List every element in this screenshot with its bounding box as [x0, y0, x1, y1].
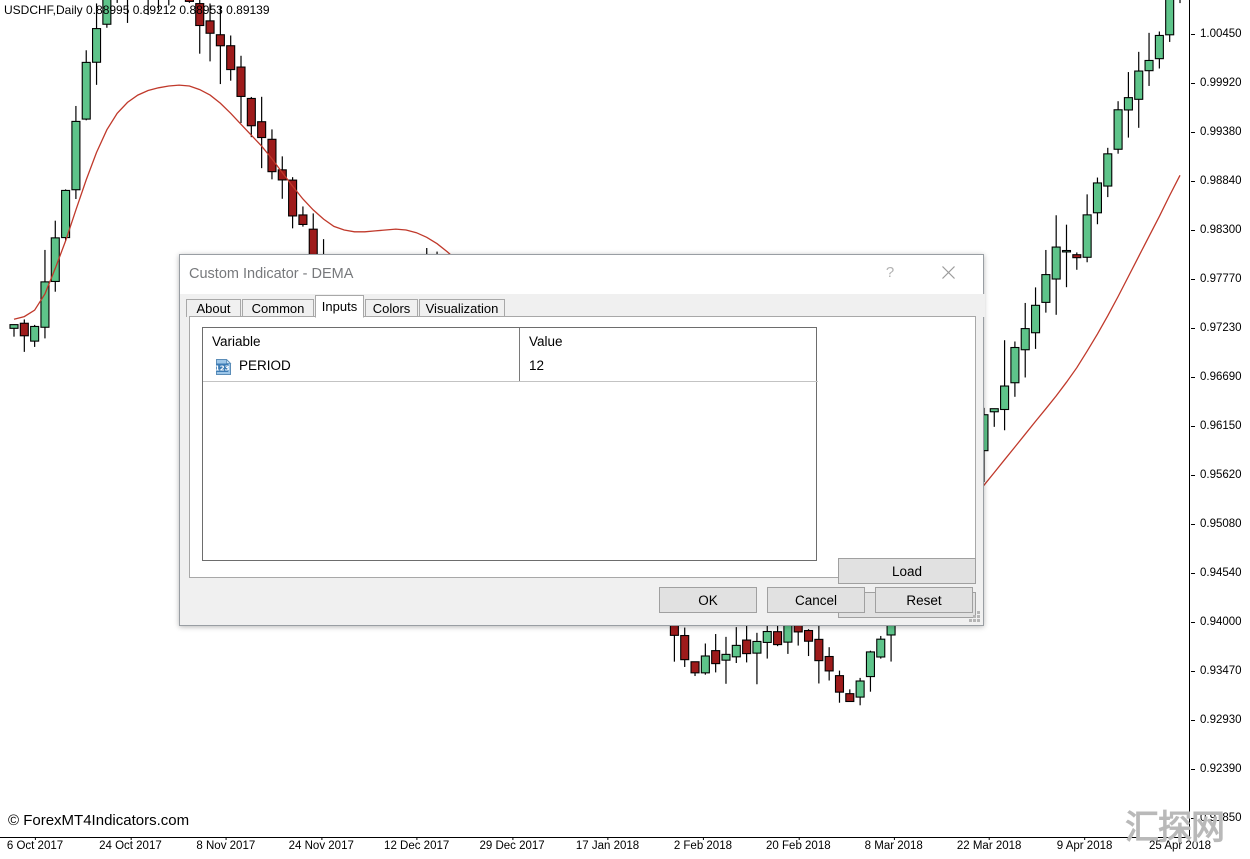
copyright-label: © ForexMT4Indicators.com — [8, 812, 189, 829]
price-tick-label: 0.98300 — [1191, 224, 1242, 236]
parameter-value-period[interactable]: 12 — [529, 358, 544, 373]
ok-button[interactable]: OK — [659, 587, 757, 613]
tab-common[interactable]: Common — [242, 299, 314, 317]
tab-inputs[interactable]: Inputs — [315, 295, 364, 318]
custom-indicator-dialog[interactable]: Custom Indicator - DEMA ? AboutCommonInp… — [179, 254, 984, 626]
close-icon[interactable] — [927, 255, 969, 289]
date-tick-label: 6 Oct 2017 — [7, 840, 63, 852]
date-tick-label: 2 Feb 2018 — [674, 840, 732, 852]
inputs-panel: Variable Value 123 PERIOD 12 Load Save — [189, 316, 976, 578]
price-tick-label: 0.95620 — [1191, 469, 1242, 481]
price-tick-label: 0.92930 — [1191, 714, 1242, 726]
date-tick-label: 8 Mar 2018 — [865, 840, 923, 852]
help-glyph: ? — [886, 264, 894, 281]
parameter-name-period[interactable]: PERIOD — [239, 358, 291, 373]
price-tick-label: 0.97230 — [1191, 322, 1242, 334]
price-tick-label: 0.97770 — [1191, 273, 1242, 285]
date-tick-label: 8 Nov 2017 — [196, 840, 255, 852]
parameters-table[interactable]: Variable Value 123 PERIOD 12 — [202, 327, 817, 561]
date-tick-label: 17 Jan 2018 — [576, 840, 639, 852]
price-tick-label: 0.94540 — [1191, 567, 1242, 579]
price-tick-label: 0.99920 — [1191, 77, 1242, 89]
tab-about[interactable]: About — [186, 299, 241, 317]
instrument-ohlc-label: USDCHF,Daily 0.88995 0.89212 0.88953 0.8… — [4, 3, 270, 17]
date-tick-label: 12 Dec 2017 — [384, 840, 449, 852]
watermark-logo: 汇探网 — [1125, 800, 1224, 849]
price-tick-label: 0.98840 — [1191, 175, 1242, 187]
column-divider — [519, 328, 520, 382]
cancel-button[interactable]: Cancel — [767, 587, 865, 613]
price-axis[interactable]: 1.00450 0.99920 0.99380 0.98840 0.98300 0.977… — [1191, 0, 1250, 838]
row-divider — [203, 381, 818, 382]
tab-colors[interactable]: Colors — [365, 299, 418, 317]
dialog-title: Custom Indicator - DEMA — [189, 266, 353, 282]
date-tick-label: 20 Feb 2018 — [766, 840, 831, 852]
column-header-variable: Variable — [212, 334, 261, 349]
date-tick-label: 24 Oct 2017 — [99, 840, 162, 852]
price-tick-label: 0.92390 — [1191, 763, 1242, 775]
dialog-titlebar[interactable]: Custom Indicator - DEMA ? — [180, 255, 983, 294]
load-button[interactable]: Load — [838, 558, 976, 584]
tab-visualization[interactable]: Visualization — [419, 299, 505, 317]
price-tick-label: 0.96150 — [1191, 420, 1242, 432]
mt4-window: USDCHF,Daily 0.88995 0.89212 0.88953 0.8… — [0, 0, 1250, 859]
reset-button[interactable]: Reset — [875, 587, 973, 613]
price-tick-label: 0.96690 — [1191, 371, 1242, 383]
help-icon[interactable]: ? — [869, 255, 911, 289]
date-tick-label: 24 Nov 2017 — [289, 840, 354, 852]
price-tick-label: 0.93470 — [1191, 665, 1242, 677]
date-tick-label: 29 Dec 2017 — [479, 840, 544, 852]
number-123-icon: 123 — [215, 359, 232, 375]
price-tick-label: 0.94000 — [1191, 616, 1242, 628]
column-header-value: Value — [529, 334, 563, 349]
price-tick-label: 1.00450 — [1191, 28, 1242, 40]
price-tick-label: 0.95080 — [1191, 518, 1242, 530]
price-tick-label: 0.99380 — [1191, 126, 1242, 138]
date-tick-label: 22 Mar 2018 — [957, 840, 1022, 852]
date-axis[interactable]: 6 Oct 2017 24 Oct 2017 8 Nov 2017 24 Nov 20… — [0, 839, 1190, 859]
svg-text:123: 123 — [215, 364, 230, 372]
dialog-tabstrip[interactable]: AboutCommonInputsColorsVisualization — [180, 294, 985, 317]
date-tick-label: 9 Apr 2018 — [1057, 840, 1113, 852]
resize-grip[interactable] — [969, 611, 980, 622]
